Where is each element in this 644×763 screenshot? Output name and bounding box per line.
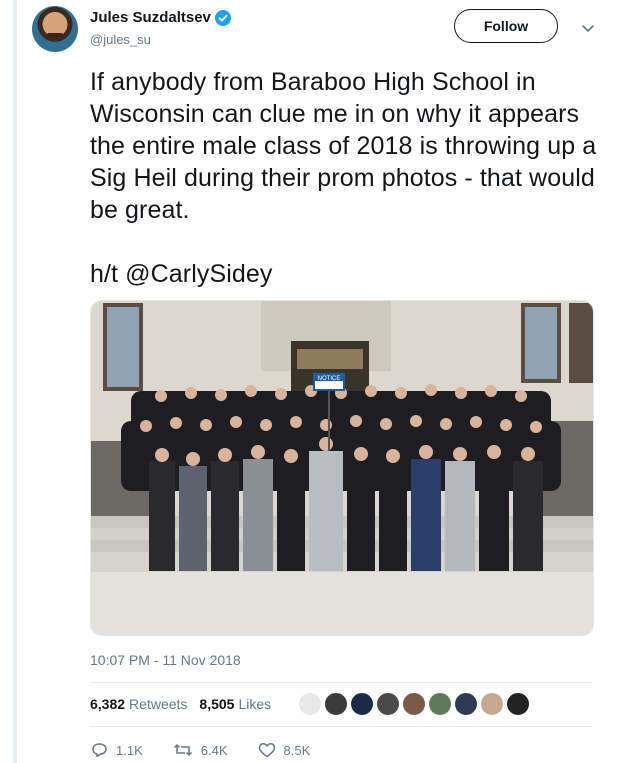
- likes-label[interactable]: Likes: [238, 696, 271, 712]
- heart-icon: [258, 743, 275, 758]
- liker-avatar[interactable]: [428, 692, 452, 716]
- liker-avatar[interactable]: [506, 692, 530, 716]
- divider: [90, 682, 592, 683]
- tweet-text: If anybody from Baraboo High School in W…: [90, 68, 597, 288]
- author-name-row[interactable]: Jules Suzdaltsev: [90, 9, 231, 26]
- liker-avatar[interactable]: [324, 692, 348, 716]
- like-count: 8.5K: [283, 742, 311, 758]
- engagement-stats: 6,382 Retweets 8,505 Likes: [90, 696, 283, 712]
- tweet-header: Jules Suzdaltsev @jules_su Follow: [32, 4, 612, 54]
- liker-avatar[interactable]: [376, 692, 400, 716]
- retweet-icon: [173, 743, 192, 757]
- retweets-count[interactable]: 6,382: [90, 696, 125, 712]
- tweet-photo[interactable]: NOTICE: [90, 300, 594, 636]
- thread-rule: [13, 0, 17, 763]
- reply-button[interactable]: 1.1K: [90, 742, 143, 758]
- tweet-actions: 1.1K 6.4K 8.5K: [90, 742, 340, 758]
- liker-avatar[interactable]: [402, 692, 426, 716]
- chevron-down-icon[interactable]: [580, 20, 596, 36]
- reply-icon: [92, 743, 107, 758]
- verified-badge-icon: [214, 9, 231, 26]
- liker-avatar[interactable]: [298, 692, 322, 716]
- retweets-label[interactable]: Retweets: [129, 696, 187, 712]
- follow-button[interactable]: Follow: [454, 9, 558, 43]
- display-name[interactable]: Jules Suzdaltsev: [90, 9, 211, 26]
- divider: [90, 726, 592, 727]
- avatar[interactable]: [32, 6, 78, 52]
- liker-avatar[interactable]: [350, 692, 374, 716]
- liker-avatar[interactable]: [454, 692, 478, 716]
- likes-count[interactable]: 8,505: [199, 696, 234, 712]
- reply-count: 1.1K: [116, 742, 143, 758]
- photo-sign-text: NOTICE: [318, 376, 341, 382]
- like-button[interactable]: 8.5K: [258, 742, 311, 758]
- author-handle[interactable]: @jules_su: [90, 32, 151, 47]
- retweet-count: 6.4K: [200, 742, 228, 758]
- liker-avatars: [298, 692, 532, 716]
- tweet-timestamp[interactable]: 10:07 PM - 11 Nov 2018: [90, 652, 241, 668]
- liker-avatar[interactable]: [480, 692, 504, 716]
- retweet-button[interactable]: 6.4K: [173, 742, 228, 758]
